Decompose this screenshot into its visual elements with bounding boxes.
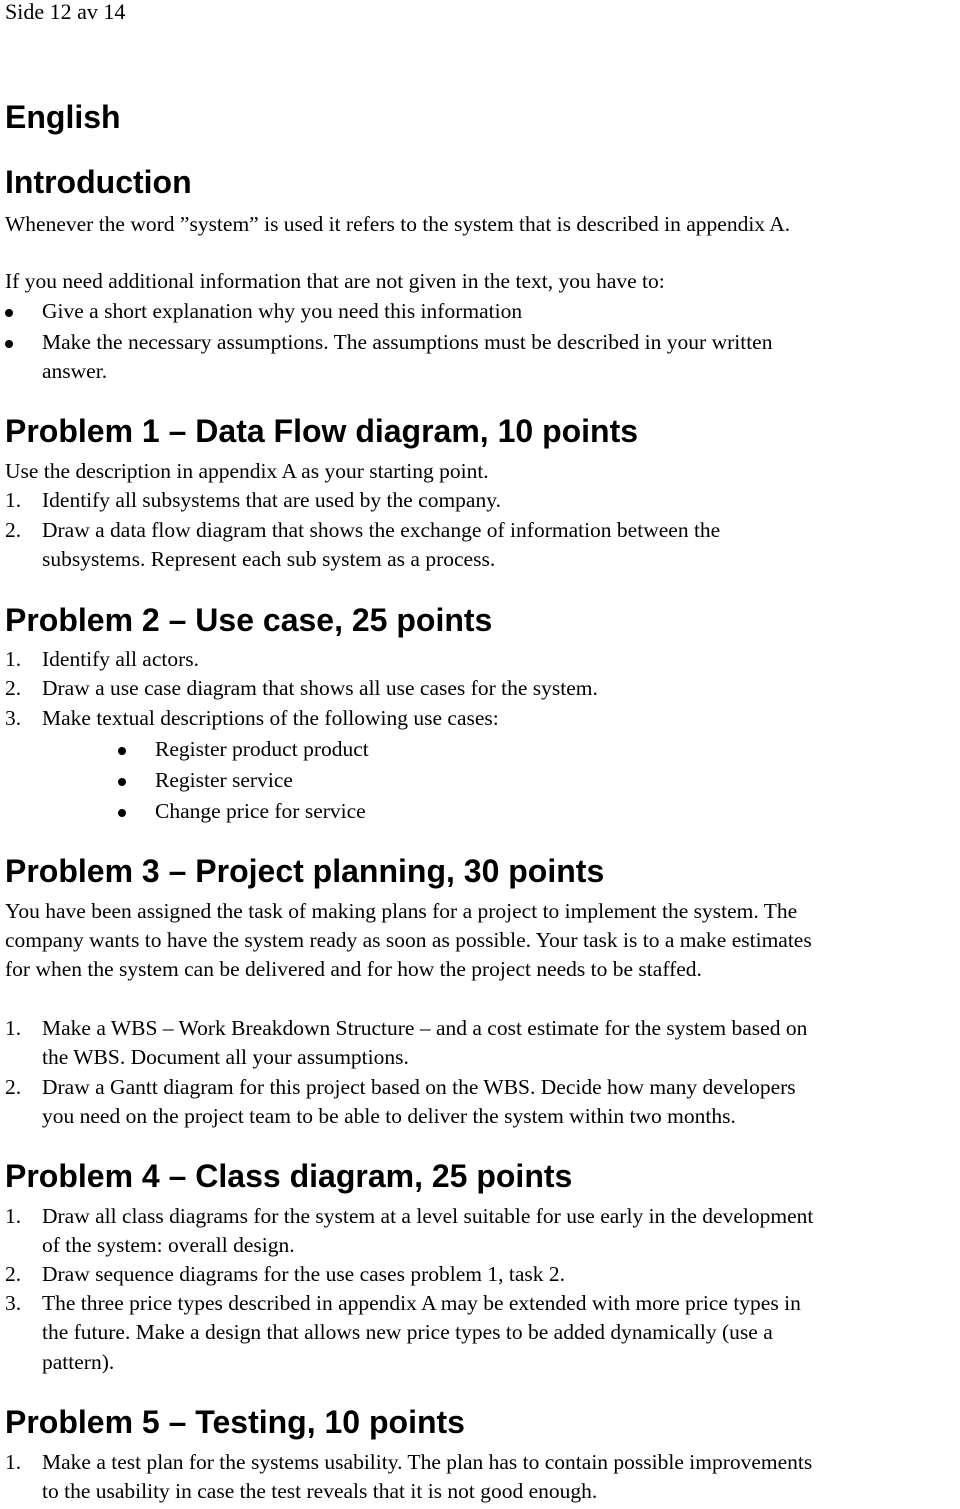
- item-text: you need on the project team to be able …: [42, 1104, 736, 1128]
- item-number: 1.: [5, 647, 22, 671]
- problem-1-intro: Use the description in appendix A as you…: [5, 459, 489, 483]
- bullet-text: Make the necessary assumptions. The assu…: [42, 330, 773, 354]
- item-text: to the usability in case the test reveal…: [42, 1479, 598, 1503]
- problem-5-heading: Problem 5 – Testing, 10 points: [5, 1404, 465, 1440]
- bullet-text: Change price for service: [155, 799, 366, 823]
- item-text: Identify all actors.: [42, 647, 200, 671]
- item-number: 3.: [5, 1291, 22, 1315]
- language-heading: English: [5, 99, 121, 135]
- bullet-text: answer.: [42, 359, 108, 383]
- item-number: 1.: [5, 1450, 22, 1474]
- item-number: 1.: [5, 488, 22, 512]
- problem-3-intro: You have been assigned the task of makin…: [5, 899, 798, 923]
- bullet-icon: [118, 778, 126, 786]
- page-number-header: Side 12 av 14: [5, 0, 126, 24]
- item-text: Make a WBS – Work Breakdown Structure – …: [42, 1016, 808, 1040]
- item-number: 2.: [5, 676, 22, 700]
- bullet-icon: [5, 309, 13, 317]
- problem-1-heading: Problem 1 – Data Flow diagram, 10 points: [5, 413, 639, 449]
- item-number: 1.: [5, 1016, 22, 1040]
- item-text: Make textual descriptions of the followi…: [42, 706, 499, 730]
- item-text: Draw all class diagrams for the system a…: [42, 1204, 814, 1228]
- item-number: 1.: [5, 1204, 22, 1228]
- introduction-heading: Introduction: [5, 164, 192, 200]
- problem-4-heading: Problem 4 – Class diagram, 25 points: [5, 1158, 573, 1194]
- document-page: Side 12 av 14 English Introduction Whene…: [0, 0, 960, 1509]
- item-text: pattern).: [42, 1350, 115, 1374]
- item-text: Draw a Gantt diagram for this project ba…: [42, 1075, 796, 1099]
- item-text: of the system: overall design.: [42, 1233, 295, 1257]
- introduction-paragraph: Whenever the word ”system” is used it re…: [5, 212, 791, 236]
- item-text: The three price types described in appen…: [42, 1291, 801, 1315]
- bullet-text: Register service: [155, 768, 293, 792]
- bullet-icon: [118, 809, 126, 817]
- item-text: subsystems. Represent each sub system as…: [42, 547, 496, 571]
- item-number: 2.: [5, 518, 22, 542]
- item-text: the WBS. Document all your assumptions.: [42, 1045, 409, 1069]
- item-number: 2.: [5, 1075, 22, 1099]
- item-text: Identify all subsystems that are used by…: [42, 488, 501, 512]
- problem-3-intro: for when the system can be delivered and…: [5, 957, 702, 981]
- problem-2-heading: Problem 2 – Use case, 25 points: [5, 602, 493, 638]
- item-text: Draw a use case diagram that shows all u…: [42, 676, 598, 700]
- bullet-icon: [5, 340, 13, 348]
- item-number: 2.: [5, 1262, 22, 1286]
- bullet-text: Give a short explanation why you need th…: [42, 299, 523, 323]
- bullet-icon: [118, 747, 126, 755]
- item-text: Draw sequence diagrams for the use cases…: [42, 1262, 565, 1286]
- item-text: Make a test plan for the systems usabili…: [42, 1450, 813, 1474]
- item-text: the future. Make a design that allows ne…: [42, 1320, 773, 1344]
- item-text: Draw a data flow diagram that shows the …: [42, 518, 721, 542]
- bullet-text: Register product product: [155, 737, 369, 761]
- introduction-paragraph: If you need additional information that …: [5, 269, 665, 293]
- problem-3-intro: company wants to have the system ready a…: [5, 928, 812, 952]
- problem-3-heading: Problem 3 – Project planning, 30 points: [5, 853, 605, 889]
- item-number: 3.: [5, 706, 22, 730]
